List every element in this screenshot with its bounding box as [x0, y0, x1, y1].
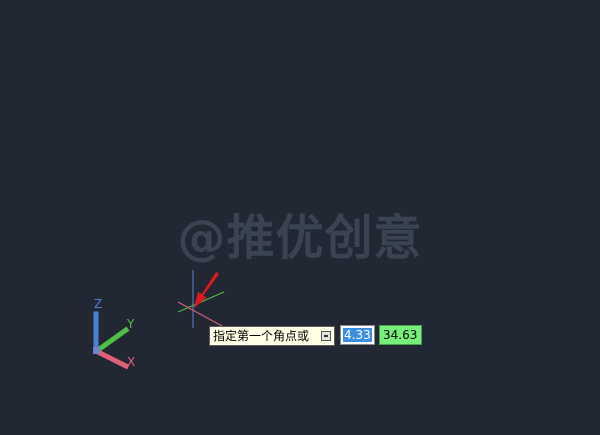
watermark: @推优创意 [177, 210, 423, 266]
ucs-y-label: Y [126, 317, 135, 331]
red-arrow-icon [194, 272, 219, 308]
ucs-x-label: X [127, 355, 135, 369]
coordinate-y-value: 34.63 [383, 328, 418, 342]
ucs-icon: Z Y X [93, 297, 135, 370]
keyboard-icon[interactable] [321, 331, 331, 341]
command-prompt-tooltip: 指定第一个角点或 [209, 326, 335, 346]
ucs-z-label: Z [94, 297, 102, 311]
drawing-canvas[interactable]: @推优创意 Z Y X 指定第一个角点或 4.33 34.63 [0, 0, 600, 435]
command-prompt-text: 指定第一个角点或 [213, 329, 310, 343]
coordinate-x-value: 4.33 [343, 328, 372, 342]
coordinate-y-input[interactable]: 34.63 [379, 325, 422, 345]
coordinate-x-input[interactable]: 4.33 [340, 325, 375, 345]
